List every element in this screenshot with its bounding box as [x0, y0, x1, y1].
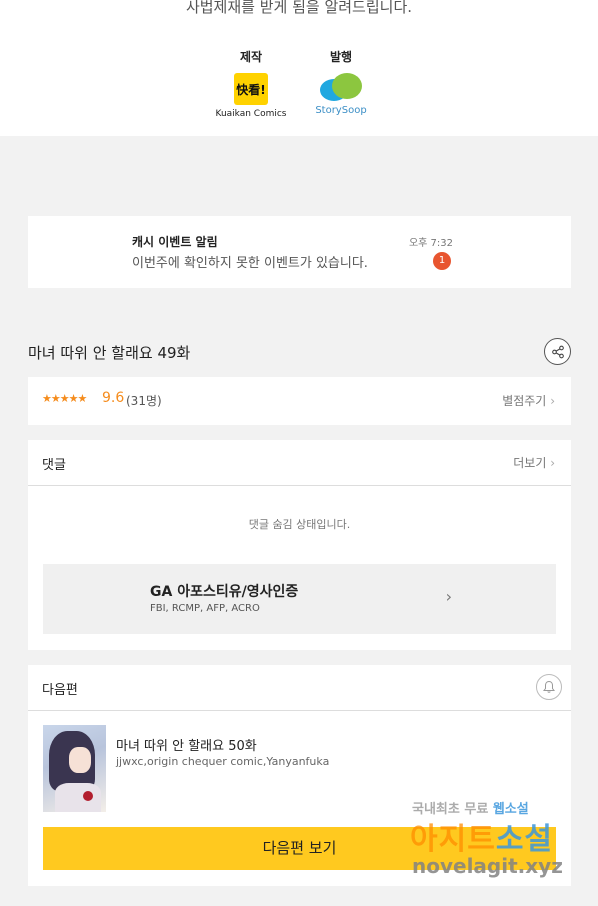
rate-button[interactable]: 별점주기 › — [502, 392, 555, 409]
alert-count-badge: 1 — [433, 252, 451, 270]
publisher-credit: 발행 StorySoop — [296, 48, 386, 116]
alert-time: 오후 7:32 — [408, 238, 453, 249]
comments-section: 댓글 더보기 › 댓글 숨김 상태입니다. GA 아포스티유/영사인증 FBI,… — [28, 440, 571, 650]
comments-label: 댓글 — [42, 458, 66, 473]
notification-button[interactable] — [536, 674, 562, 700]
credits-section: 사법제재를 받게 됨을 알려드립니다. 제작 快看! Kuaikan Comic… — [0, 0, 598, 136]
production-name: Kuaikan Comics — [215, 109, 287, 119]
next-episode-label: 다음편 — [42, 683, 78, 698]
legal-notice-text: 사법제재를 받게 됨을 알려드립니다. — [185, 0, 413, 16]
alert-message: 이번주에 확인하지 못한 이벤트가 있습니다. — [132, 256, 368, 271]
share-icon — [551, 345, 564, 358]
publisher-label: 발행 — [329, 50, 353, 64]
next-episode-button[interactable]: 다음편 보기 — [43, 827, 556, 870]
chevron-right-icon: › — [550, 456, 555, 470]
next-episode-section: 다음편 마녀 따위 안 할래요 50화 jjwxc,origin chequer… — [28, 665, 571, 886]
alert-title: 캐시 이벤트 알림 — [132, 235, 218, 249]
comments-more-link[interactable]: 더보기 › — [513, 454, 555, 471]
share-button[interactable] — [544, 338, 571, 365]
divider — [28, 710, 571, 711]
star-rating-icons: ★★★★★ — [42, 392, 87, 405]
ad-banner[interactable]: GA 아포스티유/영사인증 FBI, RCMP, AFP, ACRO › — [43, 564, 556, 634]
bell-icon — [543, 680, 555, 693]
publisher-name: StorySoop — [315, 105, 367, 116]
chevron-right-icon: › — [550, 394, 555, 408]
comments-hidden-message: 댓글 숨김 상태입니다. — [248, 518, 351, 531]
production-label: 제작 — [239, 50, 263, 64]
rating-score: 9.6 — [102, 390, 125, 406]
kuaikan-logo: 快看! — [234, 73, 268, 105]
ad-title: GA 아포스티유/영사인증 — [150, 584, 299, 600]
production-credit: 제작 快看! Kuaikan Comics — [206, 48, 296, 119]
chevron-right-icon: › — [445, 587, 452, 606]
rating-bar: ★★★★★ 9.6 (31명) 별점주기 › — [28, 377, 571, 425]
divider — [28, 485, 571, 486]
next-episode-thumbnail[interactable] — [43, 725, 106, 812]
episode-title: 마녀 따위 안 할래요 49화 — [28, 344, 191, 362]
rating-count: (31명) — [126, 394, 162, 408]
storysoop-logo — [318, 73, 364, 105]
ad-subtitle: FBI, RCMP, AFP, ACRO — [150, 603, 260, 614]
cash-event-alert[interactable]: 캐시 이벤트 알림 이번주에 확인하지 못한 이벤트가 있습니다. 오후 7:3… — [28, 216, 571, 288]
next-episode-title[interactable]: 마녀 따위 안 할래요 50화 — [116, 735, 257, 754]
next-episode-authors: jjwxc,origin chequer comic,Yanyanfuka — [116, 755, 330, 768]
